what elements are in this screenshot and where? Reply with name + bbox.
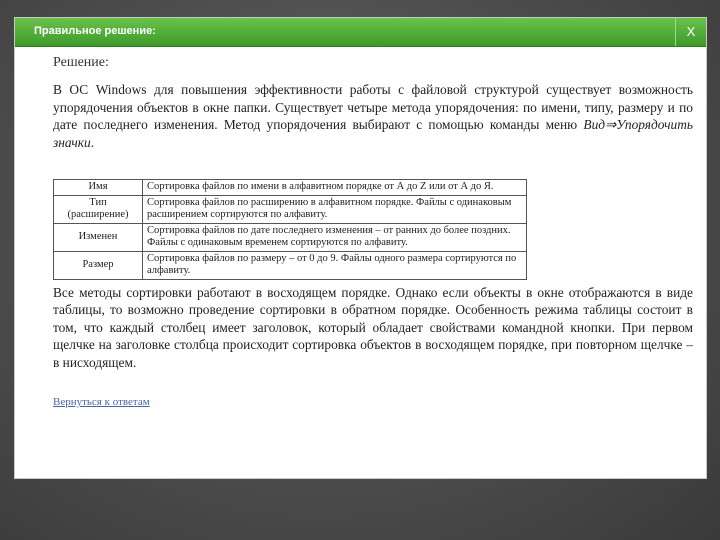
table-row: Тип (расширение) Сортировка файлов по ра…: [53, 194, 527, 224]
intro-end: .: [90, 134, 95, 150]
method-name: Имя: [53, 179, 143, 196]
method-name: Тип (расширение): [53, 194, 143, 224]
solution-dialog: Правильное решение: X Решение: В ОС Wind…: [14, 17, 707, 479]
back-to-answers-link[interactable]: Вернуться к ответам: [53, 396, 150, 408]
method-name: Изменен: [53, 222, 143, 252]
table-row: Имя Сортировка файлов по имени в алфавит…: [53, 179, 527, 196]
method-description: Сортировка файлов по размеру – от 0 до 9…: [142, 250, 527, 280]
dialog-title: Правильное решение:: [34, 25, 156, 37]
table-row: Размер Сортировка файлов по размеру – от…: [53, 250, 527, 280]
sort-methods-table: Имя Сортировка файлов по имени в алфавит…: [53, 179, 527, 280]
dialog-titlebar: Правильное решение: X: [15, 18, 706, 47]
close-button[interactable]: X: [675, 18, 706, 46]
table-row: Изменен Сортировка файлов по дате послед…: [53, 222, 527, 252]
method-description: Сортировка файлов по имени в алфавитном …: [142, 179, 527, 196]
solution-heading: Решение:: [53, 55, 109, 70]
method-description: Сортировка файлов по расширению в алфави…: [142, 194, 527, 224]
conclusion-paragraph: Все методы сортировки работают в восходя…: [53, 284, 693, 370]
solution-content: Решение: В ОС Windows для повышения эффе…: [53, 55, 693, 410]
method-name: Размер: [53, 250, 143, 280]
intro-paragraph: В ОС Windows для повышения эффективности…: [53, 81, 693, 151]
method-description: Сортировка файлов по дате последнего изм…: [142, 222, 527, 252]
